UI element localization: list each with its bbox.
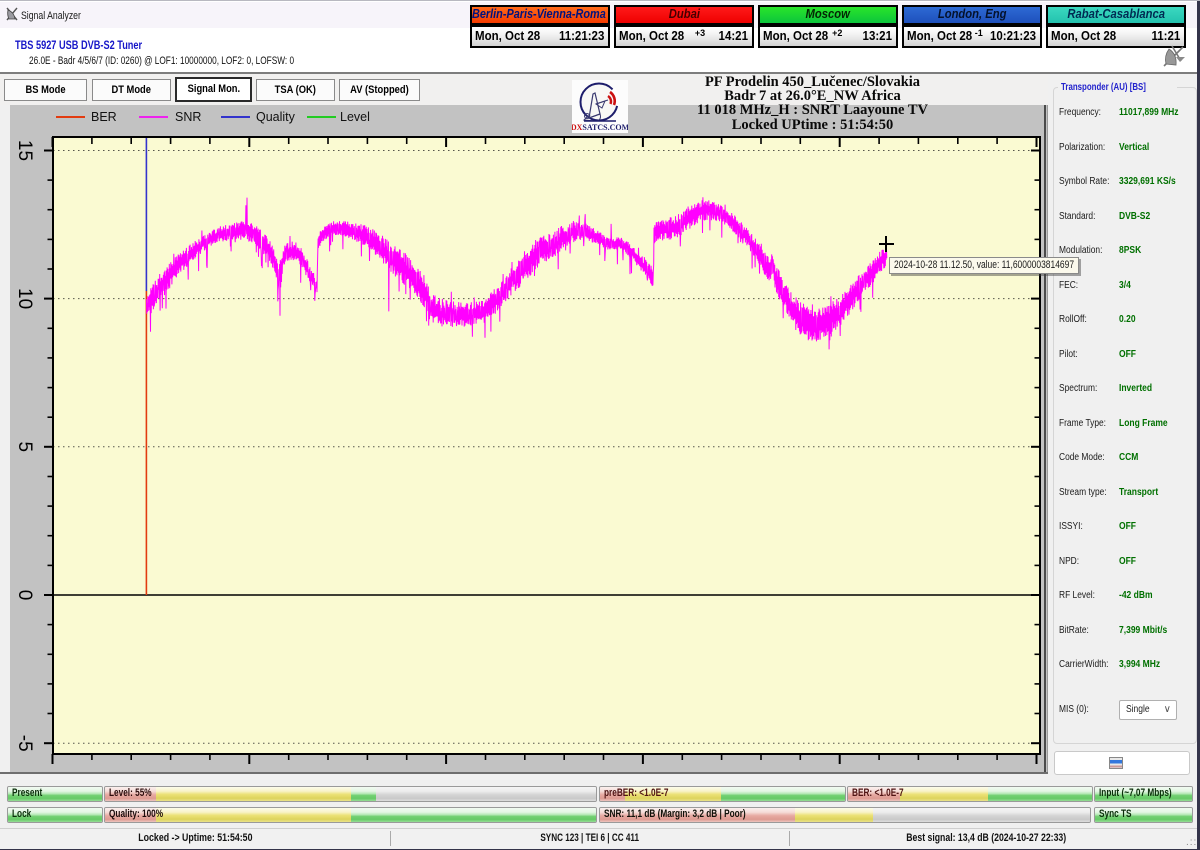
svg-text:0: 0 <box>14 590 35 601</box>
svg-text:5: 5 <box>14 442 35 453</box>
svg-text:DXSATCS.COM: DXSATCS.COM <box>572 123 628 132</box>
svg-text:10: 10 <box>14 288 35 309</box>
svg-text:-5: -5 <box>14 735 35 752</box>
svg-text:15: 15 <box>14 140 35 161</box>
